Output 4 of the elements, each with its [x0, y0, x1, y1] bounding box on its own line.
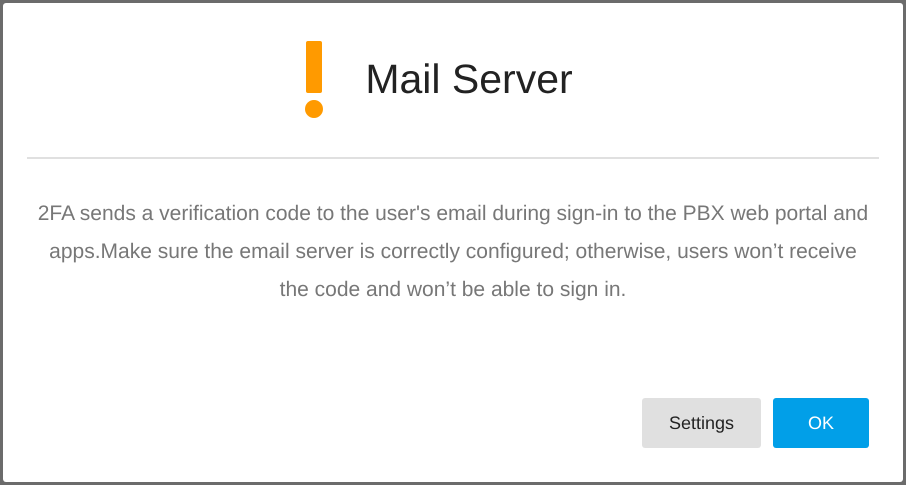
dialog-message: 2FA sends a verification code to the user's email during sign-in to the PBX web portal and apps.Make sure the email server is correctly configured; otherwise, users won’t receive the code and won’t be able to sign in.: [36, 201, 870, 303]
dialog-title: Mail Server: [365, 55, 573, 104]
settings-button[interactable]: Settings: [642, 398, 761, 448]
warning-icon: [303, 41, 326, 119]
